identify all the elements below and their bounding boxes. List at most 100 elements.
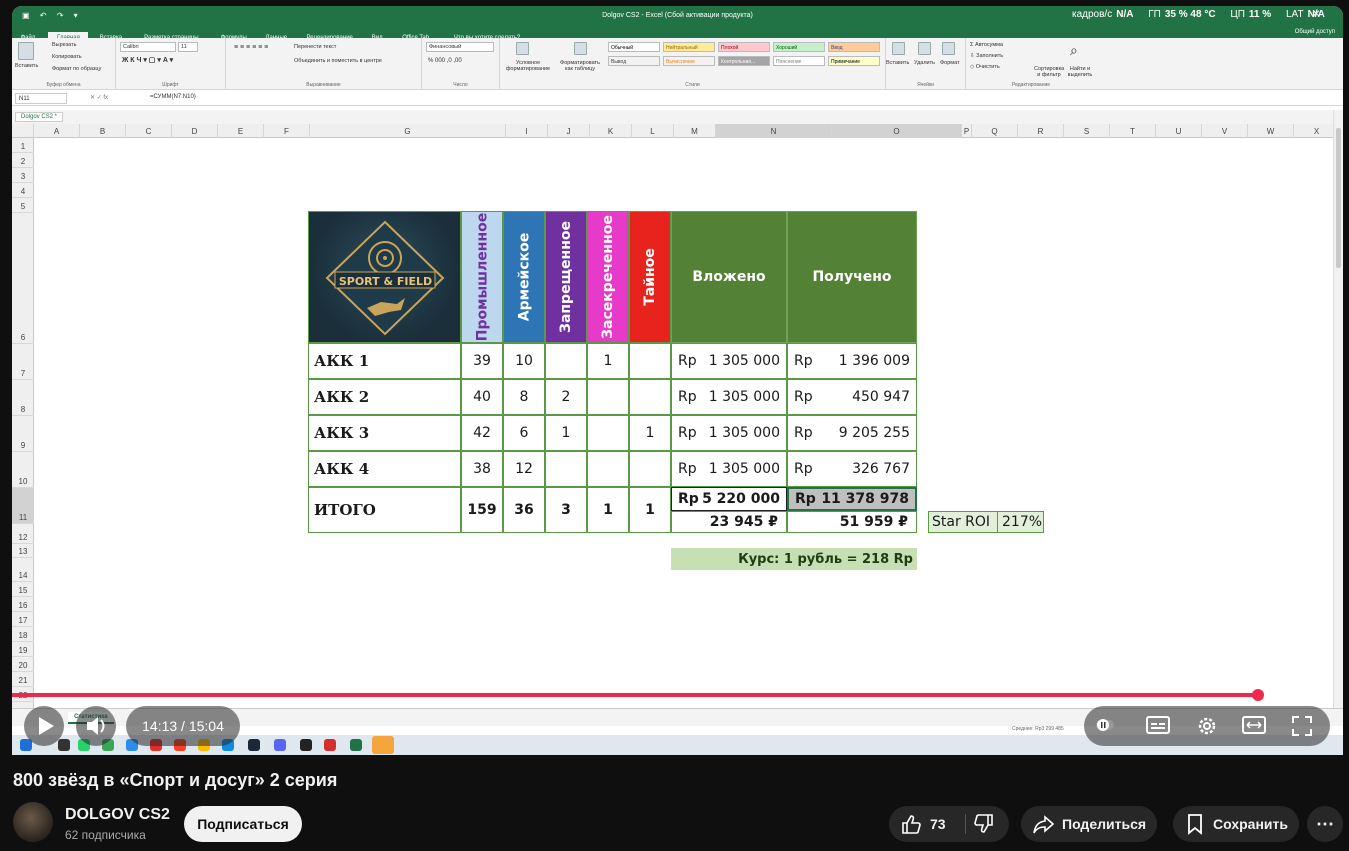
item-count-cell[interactable] [629,451,671,487]
cell-style-swatch[interactable]: Вывод [608,56,660,66]
row-header[interactable]: 11 [12,488,34,524]
dislike-button[interactable] [973,813,995,838]
conditional-format-button[interactable]: Условное форматирование [502,60,554,72]
cell-style-swatch[interactable]: Вычисление [663,56,715,66]
row-header[interactable]: 16 [12,597,34,612]
find-select-button[interactable]: Найти и выделить [1066,66,1094,78]
row-header[interactable]: 18 [12,627,34,642]
insert-cells-icon[interactable] [892,42,905,55]
paste-icon[interactable] [18,42,34,60]
roi-value-cell[interactable]: 217% [997,511,1044,533]
subtitles-icon[interactable] [1146,715,1170,738]
column-header[interactable]: S [1064,124,1110,138]
column-header[interactable]: R [1018,124,1064,138]
invested-cell[interactable]: Rp 1 305 000 [671,343,787,379]
item-count-cell[interactable] [545,343,587,379]
row-header[interactable]: 8 [12,380,34,416]
row-header[interactable]: 3 [12,168,34,183]
format-cells-button[interactable]: Формат [940,60,960,66]
column-header[interactable]: U [1156,124,1202,138]
bold-icon[interactable]: Ж К Ч ▾ ▢ ▾ A ▾ [122,56,173,64]
channel-avatar[interactable] [13,802,53,842]
column-header[interactable]: C [126,124,172,138]
column-header[interactable]: P [962,124,972,138]
total-count-cell[interactable]: 159 [461,487,503,533]
close-icon[interactable]: ✕ [1312,9,1320,20]
name-box[interactable]: N11 [15,93,67,104]
percent-icon[interactable]: % 000 ,0 ,00 [428,58,462,64]
received-cell[interactable]: Rp 1 396 009 [787,343,917,379]
row-header[interactable]: 17 [12,612,34,627]
theater-mode-icon[interactable] [1242,715,1266,738]
total-invested-cell[interactable]: Rp 5 220 000 [671,487,787,511]
settings-gear-icon[interactable] [1195,714,1219,741]
column-header[interactable]: D [172,124,218,138]
item-count-cell[interactable] [587,379,629,415]
taskbar-app-icon[interactable] [300,739,312,751]
sort-filter-button[interactable]: Сортировка и фильтр [1034,66,1064,78]
steam-icon[interactable] [248,739,260,751]
autosum-button[interactable]: Σ Автосумма [970,42,1003,48]
item-count-cell[interactable] [545,451,587,487]
item-count-cell[interactable] [629,343,671,379]
select-all-corner[interactable] [12,124,34,138]
column-header[interactable]: K [590,124,632,138]
channel-name[interactable]: DOLGOV CS2 [65,806,170,824]
row-header[interactable]: 7 [12,344,34,380]
row-header[interactable]: 5 [12,198,34,213]
column-header[interactable]: B [80,124,126,138]
cell-style-swatch[interactable]: Пояснение [773,56,825,66]
item-count-cell[interactable]: 1 [545,415,587,451]
more-options-icon[interactable]: ⋯ [1307,806,1343,842]
total-count-cell[interactable]: 3 [545,487,587,533]
column-header[interactable]: L [632,124,674,138]
row-header[interactable]: 2 [12,153,34,168]
invested-cell[interactable]: Rp 1 305 000 [671,379,787,415]
search-icon[interactable]: ⌕ [1070,42,1078,59]
format-painter-button[interactable]: Формат по образцу [52,66,101,72]
taskbar-app-icon[interactable] [324,739,336,751]
cell-style-swatch[interactable]: Хороший [773,42,825,52]
row-header[interactable]: 4 [12,183,34,198]
excel-icon[interactable] [350,739,362,751]
column-header[interactable]: G [310,124,506,138]
discord-icon[interactable] [274,739,286,751]
align-icons[interactable]: ≡ ≡ ≡ ≡ ≡ ≡ [234,44,268,51]
clear-button[interactable]: ◇ Очистить [970,64,1000,70]
column-header[interactable]: I [506,124,548,138]
column-header[interactable]: N [716,124,832,138]
progress-knob[interactable] [1251,689,1264,701]
conditional-format-icon[interactable] [516,42,529,55]
column-header[interactable]: E [218,124,264,138]
item-count-cell[interactable] [587,451,629,487]
video-player[interactable]: ▣ ↶ ↷ ▾ Dolgov CS2 - Excel (Сбой активац… [12,6,1343,755]
row-header[interactable]: 12 [12,524,34,544]
item-count-cell[interactable]: 10 [503,343,545,379]
fx-icon[interactable]: ✕ ✓ fx [90,94,108,101]
total-count-cell[interactable]: 1 [587,487,629,533]
roi-label-cell[interactable]: Star ROI [928,511,998,533]
cell-style-swatch[interactable]: Нейтральный [663,42,715,52]
merge-center-button[interactable]: Объединить и поместить в центре [294,58,382,64]
format-table-button[interactable]: Форматировать как таблицу [556,60,604,72]
cell-style-swatch[interactable]: Ввод [828,42,880,52]
total-count-cell[interactable]: 1 [629,487,671,533]
column-header[interactable]: W [1248,124,1294,138]
invested-cell[interactable]: Rp 1 305 000 [671,451,787,487]
item-count-cell[interactable]: 40 [461,379,503,415]
item-count-cell[interactable]: 1 [587,343,629,379]
row-header[interactable]: 10 [12,452,34,488]
paste-button[interactable]: Вставить [15,63,38,69]
delete-cells-icon[interactable] [918,42,931,55]
column-header[interactable]: Q [972,124,1018,138]
item-count-cell[interactable]: 42 [461,415,503,451]
row-header[interactable]: 6 [12,213,34,344]
received-cell[interactable]: Rp 450 947 [787,379,917,415]
item-count-cell[interactable]: 39 [461,343,503,379]
vertical-scrollbar[interactable] [1333,110,1343,708]
column-header[interactable]: T [1110,124,1156,138]
share-button[interactable]: Общий доступ [1295,26,1335,38]
column-header[interactable]: M [674,124,716,138]
share-video-button[interactable]: Поделиться [1021,806,1157,842]
progress-bar[interactable] [12,689,1330,701]
